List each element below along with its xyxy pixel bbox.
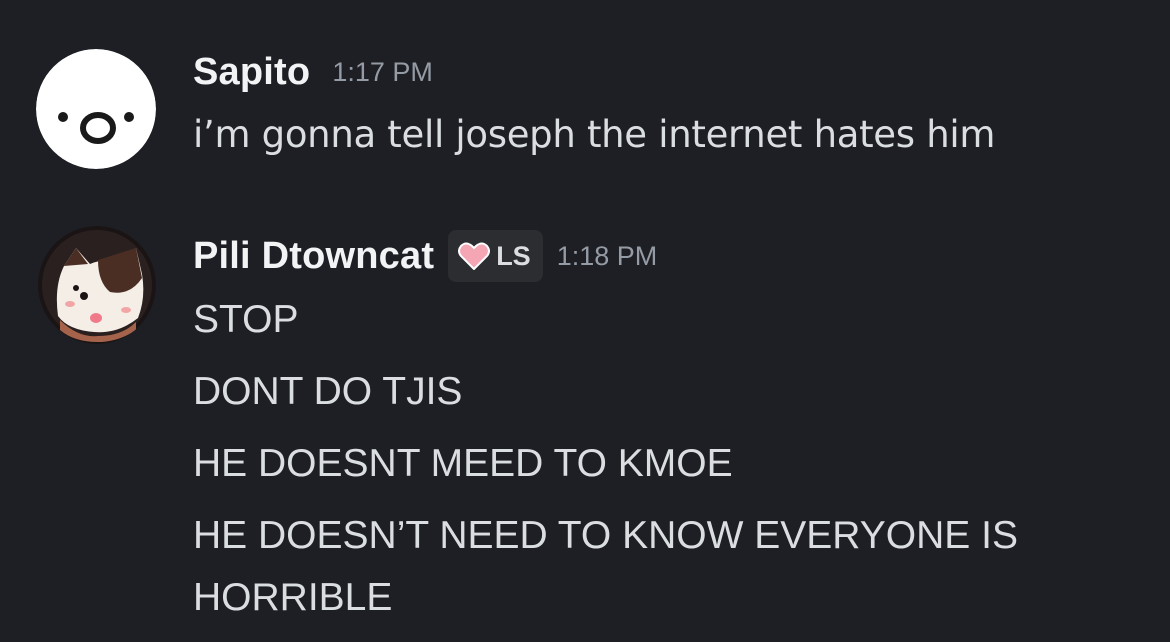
username[interactable]: Pili Dtowncat bbox=[193, 235, 434, 278]
server-tag[interactable]: LS bbox=[448, 230, 543, 282]
timestamp[interactable]: 1:17 PM bbox=[332, 57, 433, 88]
cat-icon bbox=[38, 226, 156, 344]
username[interactable]: Sapito bbox=[193, 51, 310, 94]
message-header: Sapito 1:17 PM bbox=[193, 46, 433, 98]
message-text: HORRIBLE bbox=[193, 576, 393, 619]
sapito-avatar[interactable] bbox=[36, 49, 156, 169]
message-pili-dtowncat: Pili Dtowncat LS 1:18 PM STOP DONT DO TJ… bbox=[0, 200, 1170, 642]
tag-label: LS bbox=[496, 240, 531, 271]
message-text: HE DOESNT MEED TO KMOE bbox=[193, 442, 733, 485]
message-text: HE DOESN’T NEED TO KNOW EVERYONE IS bbox=[193, 514, 1018, 557]
message-text: i’m gonna tell joseph the internet hates… bbox=[193, 113, 996, 156]
message-header: Pili Dtowncat LS 1:18 PM bbox=[193, 228, 657, 284]
pili-avatar[interactable] bbox=[38, 226, 156, 344]
heart-icon bbox=[458, 242, 491, 270]
message-sapito: Sapito 1:17 PM i’m gonna tell joseph the… bbox=[0, 0, 1170, 200]
message-text: DONT DO TJIS bbox=[193, 370, 463, 413]
message-text: STOP bbox=[193, 298, 299, 341]
smiley-face-icon bbox=[36, 49, 156, 169]
timestamp[interactable]: 1:18 PM bbox=[557, 241, 658, 272]
